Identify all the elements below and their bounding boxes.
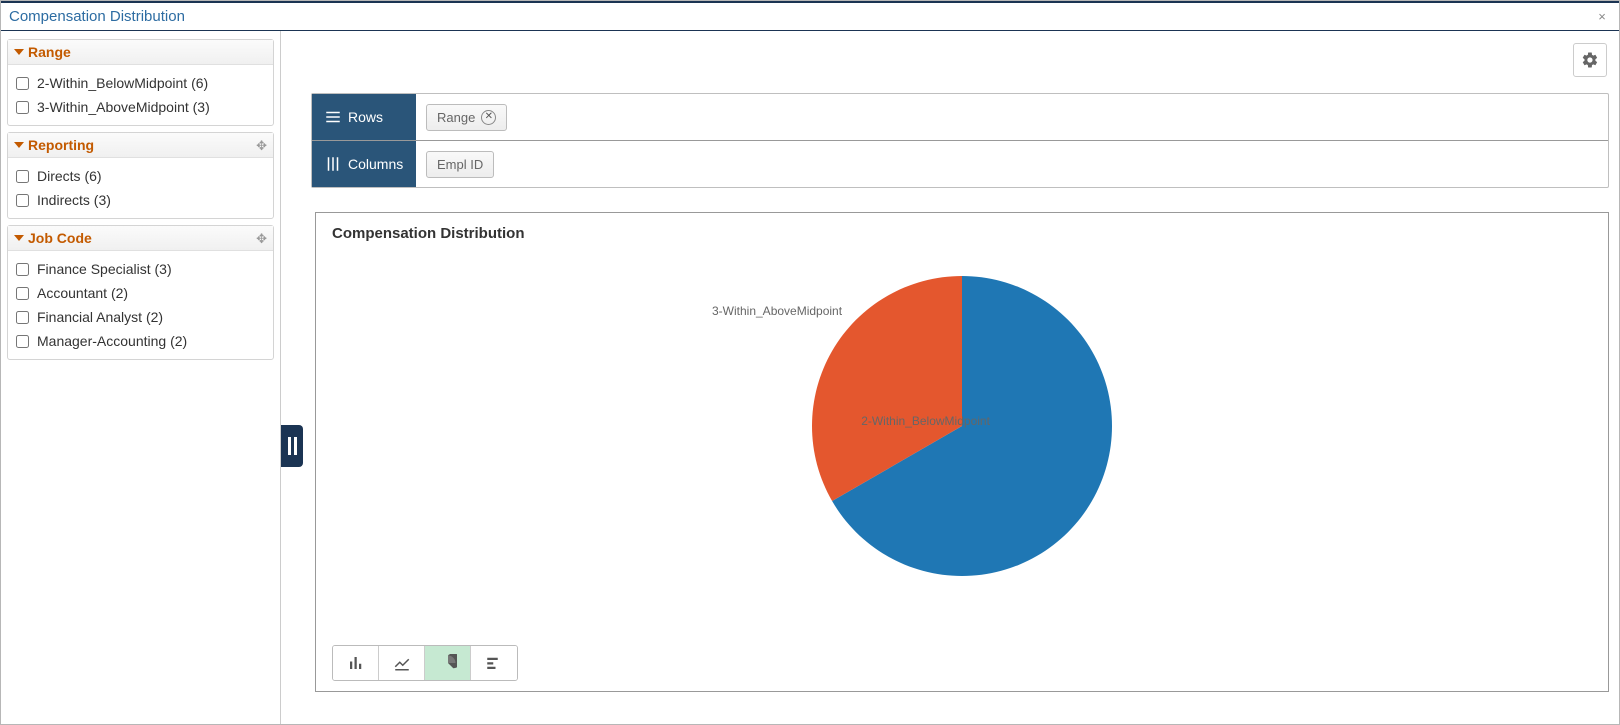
columns-shelf: Columns Empl ID: [312, 141, 1608, 187]
chart-type-toolbar: [332, 645, 518, 681]
facet-item-label: Finance Specialist (3): [37, 261, 172, 277]
facet-body: 2-Within_BelowMidpoint (6) 3-Within_Above…: [8, 65, 273, 125]
move-handle-icon[interactable]: ✥: [256, 139, 267, 152]
move-handle-icon[interactable]: ✥: [256, 232, 267, 245]
caret-down-icon: [14, 235, 24, 241]
facet-checkbox[interactable]: [16, 335, 29, 348]
facet-item-label: 2-Within_BelowMidpoint (6): [37, 75, 208, 91]
rows-icon: [324, 108, 342, 126]
facet-item-label: 3-Within_AboveMidpoint (3): [37, 99, 210, 115]
columns-pill-emplid[interactable]: Empl ID: [426, 151, 494, 178]
facet-item[interactable]: Manager-Accounting (2): [16, 329, 265, 353]
rows-label-text: Rows: [348, 109, 383, 125]
rows-pill-range[interactable]: Range ✕: [426, 104, 507, 131]
gear-icon: [1581, 51, 1599, 69]
facet-checkbox[interactable]: [16, 101, 29, 114]
bar-chart-button[interactable]: [333, 646, 379, 680]
facet-item[interactable]: Indirects (3): [16, 188, 265, 212]
caret-down-icon: [14, 49, 24, 55]
facet-item-label: Directs (6): [37, 168, 102, 184]
settings-button[interactable]: [1573, 43, 1607, 77]
horizontal-bar-icon: [485, 654, 503, 672]
facet-item-label: Financial Analyst (2): [37, 309, 163, 325]
window-title: Compensation Distribution: [9, 8, 1593, 25]
facet-item[interactable]: Accountant (2): [16, 281, 265, 305]
columns-label-text: Columns: [348, 156, 403, 172]
facet-checkbox[interactable]: [16, 311, 29, 324]
facet-item-label: Manager-Accounting (2): [37, 333, 187, 349]
facet-job-code: Job Code✥ Finance Specialist (3) Accountan…: [7, 225, 274, 360]
pie-chart-icon: [439, 654, 457, 672]
facet-header[interactable]: Reporting✥: [8, 133, 273, 158]
rows-shelf-label: Rows: [312, 94, 416, 140]
line-chart-icon: [393, 654, 411, 672]
caret-down-icon: [14, 142, 24, 148]
horizontal-bar-button[interactable]: [471, 646, 517, 680]
facet-body: Directs (6) Indirects (3): [8, 158, 273, 218]
pivot-shelves: Rows Range ✕ Columns: [311, 93, 1609, 188]
slice-label-above: 3-Within_AboveMidpoint: [712, 304, 842, 318]
facet-body: Finance Specialist (3) Accountant (2) Fina…: [8, 251, 273, 359]
facet-header[interactable]: Range: [8, 40, 273, 65]
facet-title: Range: [28, 44, 267, 60]
main-content: Rows Range ✕ Columns: [281, 31, 1619, 724]
facet-title: Job Code: [28, 230, 256, 246]
remove-pill-icon[interactable]: ✕: [481, 110, 496, 125]
line-chart-button[interactable]: [379, 646, 425, 680]
facet-item[interactable]: Financial Analyst (2): [16, 305, 265, 329]
pill-label: Empl ID: [437, 157, 483, 172]
facet-item[interactable]: Finance Specialist (3): [16, 257, 265, 281]
facet-item-label: Indirects (3): [37, 192, 111, 208]
bar-chart-icon: [347, 654, 365, 672]
chart-panel: Compensation Distribution 2-Within_Below…: [315, 212, 1609, 692]
facet-checkbox[interactable]: [16, 194, 29, 207]
facet-title: Reporting: [28, 137, 256, 153]
pie-chart: 2-Within_BelowMidpoint 3-Within_AboveMid…: [332, 242, 1592, 586]
columns-icon: [324, 155, 342, 173]
titlebar: Compensation Distribution ×: [1, 3, 1619, 31]
facet-checkbox[interactable]: [16, 263, 29, 276]
facet-item[interactable]: Directs (6): [16, 164, 265, 188]
facet-item[interactable]: 3-Within_AboveMidpoint (3): [16, 95, 265, 119]
sidebar-collapse-handle[interactable]: [281, 425, 303, 467]
slice-label-below: 2-Within_BelowMidpoint: [861, 414, 990, 428]
columns-shelf-label: Columns: [312, 141, 416, 187]
rows-dropzone[interactable]: Range ✕: [416, 98, 1608, 137]
chart-title: Compensation Distribution: [332, 225, 1592, 242]
facet-range: Range 2-Within_BelowMidpoint (6) 3-Within_…: [7, 39, 274, 126]
facet-checkbox[interactable]: [16, 170, 29, 183]
facet-item-label: Accountant (2): [37, 285, 128, 301]
close-icon[interactable]: ×: [1593, 8, 1611, 26]
facet-item[interactable]: 2-Within_BelowMidpoint (6): [16, 71, 265, 95]
facet-header[interactable]: Job Code✥: [8, 226, 273, 251]
filter-sidebar: Range 2-Within_BelowMidpoint (6) 3-Within_…: [1, 31, 281, 724]
rows-shelf: Rows Range ✕: [312, 94, 1608, 141]
pie-chart-button[interactable]: [425, 646, 471, 680]
facet-checkbox[interactable]: [16, 77, 29, 90]
columns-dropzone[interactable]: Empl ID: [416, 145, 1608, 184]
pill-label: Range: [437, 110, 475, 125]
facet-reporting: Reporting✥ Directs (6) Indirects (3): [7, 132, 274, 219]
facet-checkbox[interactable]: [16, 287, 29, 300]
